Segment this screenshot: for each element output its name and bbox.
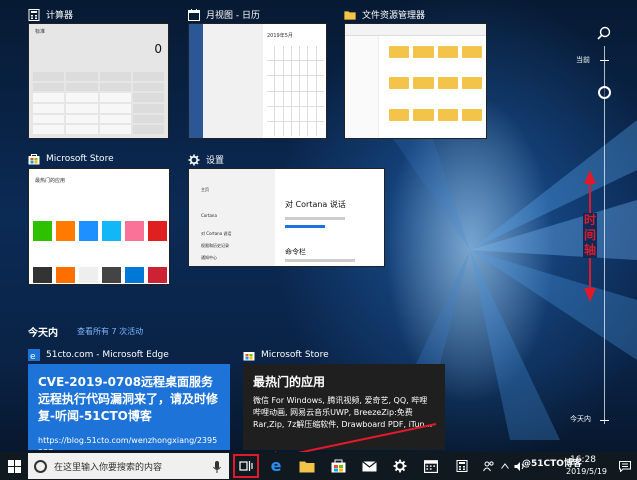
- gear-icon: [188, 154, 200, 166]
- start-button[interactable]: [0, 452, 28, 480]
- people-icon[interactable]: [482, 452, 496, 480]
- calendar-thumbnail-title[interactable]: 月视图 - 日历: [188, 8, 260, 21]
- store-icon: [331, 459, 345, 473]
- explorer-window-thumbnail[interactable]: [344, 23, 487, 139]
- settings-title: 设置: [206, 156, 225, 166]
- store-app-tiles: [33, 221, 167, 241]
- timeline-current-label: 当前: [576, 56, 590, 64]
- calculator-icon: [456, 460, 468, 472]
- explorer-thumbnail-title[interactable]: 文件资源管理器: [344, 8, 425, 21]
- calendar-month-grid: [267, 46, 324, 136]
- store-header: 最热门的应用: [35, 178, 66, 184]
- calculator-mode-label: 标准: [35, 29, 46, 35]
- store-card-title[interactable]: Microsoft Store: [243, 349, 329, 361]
- task-view-button[interactable]: [233, 454, 259, 478]
- store-card-app-name: Microsoft Store: [261, 350, 329, 360]
- windows-logo-icon: [7, 459, 21, 473]
- settings-subheading: 命令栏: [285, 248, 306, 256]
- search-placeholder: 在这里输入你要搜索的内容: [54, 462, 163, 473]
- edge-icon: e: [28, 349, 40, 362]
- explorer-folder-grid: [389, 46, 482, 134]
- svg-text:e: e: [30, 352, 36, 361]
- timeline-section-label: 今天内: [28, 328, 58, 339]
- timeline-scrubber-handle[interactable]: [598, 86, 611, 99]
- calendar-window-thumbnail[interactable]: 2019年5月: [188, 23, 327, 139]
- store-thumbnail-title[interactable]: Microsoft Store: [28, 153, 114, 165]
- settings-taskbar-button[interactable]: [386, 452, 414, 480]
- explorer-title: 文件资源管理器: [362, 11, 426, 21]
- edge-card-app-name: 51cto.com - Microsoft Edge: [46, 350, 169, 360]
- notification-center-icon[interactable]: [616, 452, 634, 480]
- edge-card-url: https://blog.51cto.com/wenzhongxiang/239…: [38, 436, 218, 450]
- chevron-up-icon[interactable]: [499, 452, 511, 480]
- folder-icon: [344, 9, 356, 21]
- edge-taskbar-button[interactable]: e: [262, 452, 290, 480]
- store-app-tiles-row2: [33, 267, 167, 283]
- edge-card-headline: CVE-2019-0708远程桌面服务远程执行代码漏洞来了，请及时修复-听闻-5…: [38, 375, 219, 423]
- timeline-track[interactable]: [604, 46, 605, 424]
- edge-activity-card[interactable]: CVE-2019-0708远程桌面服务远程执行代码漏洞来了，请及时修复-听闻-5…: [28, 364, 230, 450]
- store-title: Microsoft Store: [46, 154, 114, 164]
- folder-icon: [299, 461, 315, 472]
- calculator-title: 计算器: [46, 11, 74, 21]
- calculator-taskbar-button[interactable]: [448, 452, 476, 480]
- calculator-window-thumbnail[interactable]: 标准 0: [28, 23, 169, 139]
- store-icon: [243, 349, 255, 361]
- settings-window-thumbnail[interactable]: 主页 Cortana 对 Cortana 说话 权限和历史记录 通知中心 对 C…: [188, 168, 385, 267]
- timeline-search-icon[interactable]: [597, 25, 611, 44]
- timeline-today-label: 今天内: [570, 415, 591, 423]
- calculator-keypad: [33, 72, 164, 134]
- calendar-title: 月视图 - 日历: [206, 11, 260, 21]
- clock-time[interactable]: 16:28: [570, 455, 596, 465]
- microphone-icon[interactable]: [213, 459, 221, 478]
- store-card-headline: 最热门的应用: [253, 375, 326, 389]
- cortana-circle-icon: [34, 459, 47, 473]
- edge-card-title[interactable]: e 51cto.com - Microsoft Edge: [28, 349, 169, 362]
- calendar-taskbar-button[interactable]: [417, 452, 445, 480]
- store-icon: [28, 153, 40, 165]
- annotation-timeline-text: 时间轴: [583, 213, 597, 258]
- calendar-icon: [424, 460, 438, 473]
- gear-icon: [393, 459, 407, 473]
- store-window-thumbnail[interactable]: 最热门的应用: [28, 168, 170, 285]
- mail-taskbar-button[interactable]: [355, 452, 383, 480]
- calculator-thumbnail-title[interactable]: 计算器: [28, 8, 73, 21]
- settings-thumbnail-title[interactable]: 设置: [188, 153, 224, 166]
- explorer-taskbar-button[interactable]: [293, 452, 321, 480]
- settings-heading: 对 Cortana 说话: [285, 200, 346, 209]
- task-view-icon: [239, 461, 253, 471]
- edge-icon: e: [270, 456, 282, 475]
- clock-date[interactable]: 2019/5/19: [566, 467, 607, 476]
- calendar-icon: [188, 8, 200, 21]
- see-all-activities-link[interactable]: 查看所有 7 次活动: [77, 326, 143, 337]
- calendar-month-header: 2019年5月: [267, 33, 293, 39]
- mail-icon: [361, 460, 377, 471]
- calculator-display: 0: [154, 42, 162, 56]
- calculator-icon: [28, 8, 40, 21]
- taskbar-search-box[interactable]: 在这里输入你要搜索的内容: [28, 453, 229, 479]
- store-taskbar-button[interactable]: [324, 452, 352, 480]
